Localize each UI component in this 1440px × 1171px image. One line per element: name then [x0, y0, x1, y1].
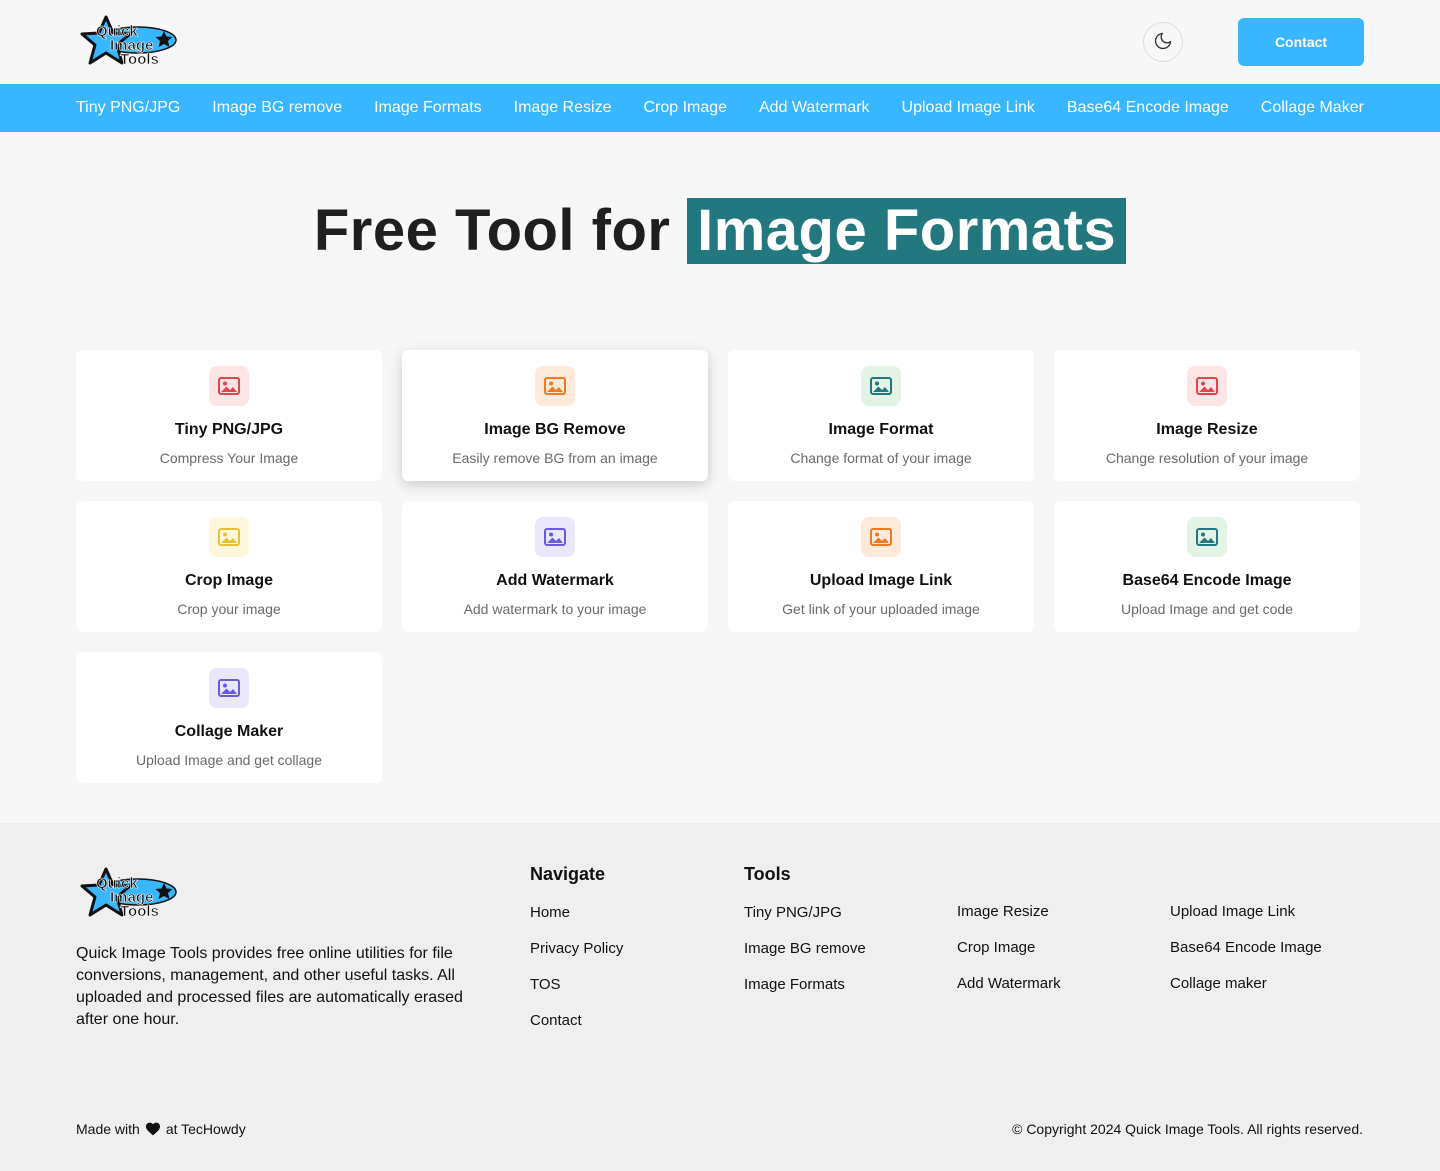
tool-card-image-bg-remove[interactable]: Image BG Remove Easily remove BG from an … — [402, 350, 708, 481]
image-icon — [861, 366, 901, 406]
footer-tool-tiny-png-jpg[interactable]: Tiny PNG/JPG — [744, 904, 842, 921]
contact-button[interactable]: Contact — [1238, 18, 1364, 66]
image-icon — [535, 366, 575, 406]
tool-card-description: Compress Your Image — [159, 450, 299, 466]
nav-upload-image-link[interactable]: Upload Image Link — [902, 99, 1035, 117]
image-icon — [1187, 366, 1227, 406]
tool-card-collage-maker[interactable]: Collage Maker Upload Image and get collag… — [76, 652, 382, 783]
image-icon — [535, 517, 575, 557]
nav-base64-encode-image[interactable]: Base64 Encode Image — [1067, 99, 1229, 117]
nav-image-resize[interactable]: Image Resize — [514, 99, 612, 117]
svg-text:Tools: Tools — [120, 51, 159, 68]
nav-image-bg-remove[interactable]: Image BG remove — [212, 99, 342, 117]
tool-card-title: Base64 Encode Image — [1122, 572, 1292, 589]
tool-card-description: Upload Image and get collage — [135, 752, 323, 768]
footer-link-privacy-policy[interactable]: Privacy Policy — [530, 940, 623, 957]
theme-toggle-button[interactable] — [1143, 22, 1183, 62]
nav-add-watermark[interactable]: Add Watermark — [759, 99, 870, 117]
tool-card-description: Easily remove BG from an image — [452, 450, 658, 466]
made-suffix: at TecHowdy — [165, 1121, 246, 1137]
image-icon — [209, 366, 249, 406]
tool-card-tiny-png-jpg[interactable]: Tiny PNG/JPG Compress Your Image — [76, 350, 382, 481]
site-logo[interactable]: Quick Image Tools — [76, 13, 178, 71]
footer-logo[interactable]: Quick Image Tools — [76, 865, 178, 923]
hero: Free Tool for Image Formats — [0, 132, 1440, 350]
tool-card-description: Crop your image — [177, 601, 281, 617]
footer-tool-image-formats[interactable]: Image Formats — [744, 976, 845, 993]
tool-card-upload-image-link[interactable]: Upload Image Link Get link of your upload… — [728, 501, 1034, 632]
image-icon — [861, 517, 901, 557]
tool-card-description: Change resolution of your image — [1105, 450, 1309, 466]
footer-tool-upload-image-link[interactable]: Upload Image Link — [1170, 903, 1295, 920]
tool-card-title: Collage Maker — [174, 723, 284, 740]
nav-crop-image[interactable]: Crop Image — [643, 99, 727, 117]
tool-grid: Tiny PNG/JPG Compress Your Image Image BG … — [0, 350, 1440, 783]
title-prefix: Free Tool for — [313, 198, 671, 263]
tool-card-image-resize[interactable]: Image Resize Change resolution of your im… — [1054, 350, 1360, 481]
tool-card-description: Change format of your image — [790, 450, 972, 466]
footer-link-home[interactable]: Home — [530, 904, 570, 921]
tool-card-title: Image BG Remove — [484, 421, 626, 438]
copyright: © Copyright 2024 Quick Image Tools. All … — [1012, 1121, 1363, 1137]
image-icon — [1187, 517, 1227, 557]
svg-text:Tools: Tools — [120, 903, 159, 920]
footer-tool-image-resize[interactable]: Image Resize — [957, 903, 1049, 920]
tool-card-title: Upload Image Link — [809, 572, 953, 589]
footer-navigate-title: Navigate — [530, 864, 606, 884]
tool-card-crop-image[interactable]: Crop Image Crop your image — [76, 501, 382, 632]
nav-image-formats[interactable]: Image Formats — [374, 99, 482, 117]
footer-tool-collage-maker[interactable]: Collage maker — [1170, 975, 1267, 992]
footer-about: Quick Image Tools provides free online u… — [76, 945, 463, 1028]
header-actions: Contact — [1143, 18, 1364, 66]
nav-tiny-png-jpg[interactable]: Tiny PNG/JPG — [76, 99, 180, 117]
footer-link-contact[interactable]: Contact — [530, 1012, 582, 1029]
tool-card-base64-encode-image[interactable]: Base64 Encode Image Upload Image and get … — [1054, 501, 1360, 632]
made-prefix: Made with — [76, 1121, 140, 1137]
tool-card-title: Crop Image — [184, 572, 273, 589]
tool-card-title: Tiny PNG/JPG — [174, 421, 284, 438]
title-highlight: Image Formats — [687, 198, 1127, 264]
tool-card-title: Image Resize — [1156, 421, 1258, 438]
footer-tool-add-watermark[interactable]: Add Watermark — [957, 975, 1061, 992]
nav-collage-maker[interactable]: Collage Maker — [1261, 99, 1364, 117]
tool-card-add-watermark[interactable]: Add Watermark Add watermark to your image — [402, 501, 708, 632]
moon-icon — [1153, 31, 1173, 54]
page-title: Free Tool for Image Formats — [313, 198, 1127, 264]
footer-link-tos[interactable]: TOS — [530, 976, 561, 993]
main-nav: Tiny PNG/JPG Image BG remove Image Forma… — [0, 84, 1440, 132]
footer-tools-title: Tools — [744, 864, 791, 884]
heart-icon — [145, 1122, 161, 1136]
tool-card-title: Image Format — [828, 421, 934, 438]
tool-card-title: Add Watermark — [496, 572, 614, 589]
made-with-credit: Made with at TecHowdy — [76, 1121, 246, 1137]
footer-tool-base64-encode-image[interactable]: Base64 Encode Image — [1170, 939, 1322, 956]
footer: Quick Image Tools Quick Image Tools prov… — [0, 823, 1440, 1171]
footer-tool-image-bg-remove[interactable]: Image BG remove — [744, 940, 866, 957]
image-icon — [209, 668, 249, 708]
tool-card-description: Add watermark to your image — [463, 601, 647, 617]
top-header: Quick Image Tools Contact — [0, 0, 1440, 84]
tool-card-description: Get link of your uploaded image — [782, 601, 980, 617]
tool-card-description: Upload Image and get code — [1120, 601, 1293, 617]
image-icon — [209, 517, 249, 557]
tool-card-image-format[interactable]: Image Format Change format of your image — [728, 350, 1034, 481]
footer-tool-crop-image[interactable]: Crop Image — [957, 939, 1035, 956]
